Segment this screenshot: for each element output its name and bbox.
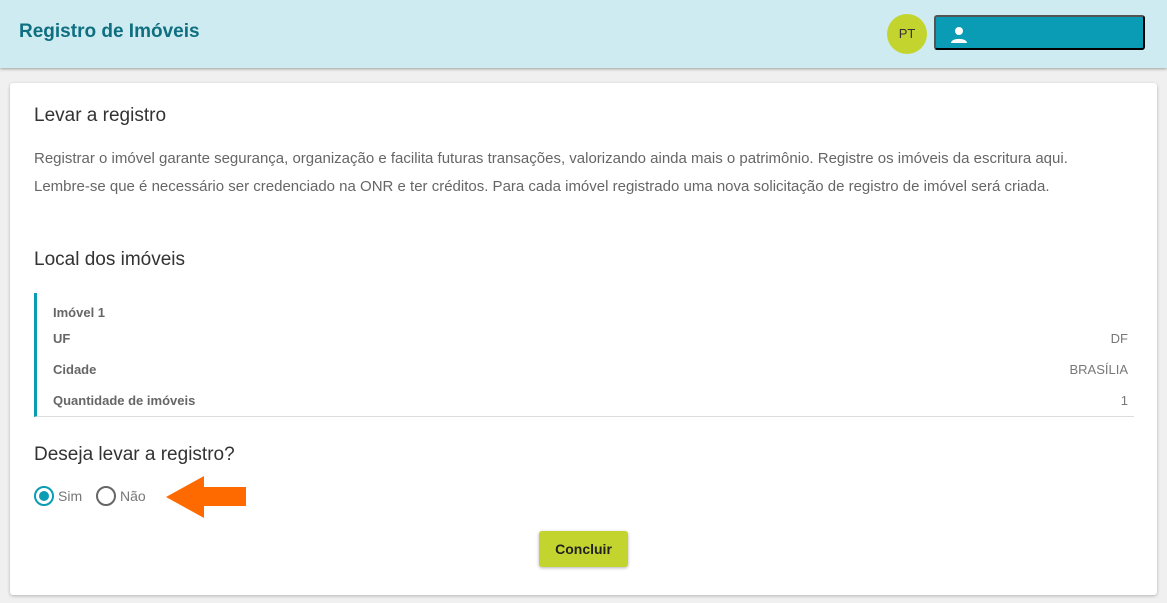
user-menu-button[interactable] xyxy=(934,15,1145,50)
info-row-label: UF xyxy=(53,331,71,346)
person-icon xyxy=(951,27,967,43)
radio-circle[interactable] xyxy=(96,486,116,506)
section-title-register: Levar a registro xyxy=(34,105,167,126)
info-row-cidade: Cidade BRASÍLIA xyxy=(53,362,1128,377)
avatar[interactable]: PT xyxy=(887,14,927,54)
top-bar: Registro de Imóveis PT xyxy=(0,0,1167,68)
property-info-panel: Imóvel 1 UF DF Cidade BRASÍLIA Quantidad… xyxy=(34,293,1134,417)
app-title: Registro de Imóveis xyxy=(19,21,200,42)
question-title: Deseja levar a registro? xyxy=(34,444,235,465)
info-row-quantidade: Quantidade de imóveis 1 xyxy=(53,393,1128,408)
section-title-location: Local dos imóveis xyxy=(34,249,186,270)
info-row-label: Cidade xyxy=(53,362,97,377)
info-row-value: DF xyxy=(1110,331,1128,346)
register-description: Registrar o imóvel garante segurança, or… xyxy=(34,150,1068,195)
info-row-value: 1 xyxy=(1120,393,1128,408)
info-row-value: BRASÍLIA xyxy=(1069,362,1128,377)
radio-circle-checked[interactable] xyxy=(34,486,54,506)
radio-label-nao: Não xyxy=(120,488,146,504)
radio-label-sim: Sim xyxy=(58,488,83,504)
register-card: Levar a registro Registrar o imóvel gara… xyxy=(10,83,1157,595)
conclude-button[interactable]: Concluir xyxy=(539,531,628,567)
info-row-label: Quantidade de imóveis xyxy=(53,393,196,408)
info-row-uf: UF DF xyxy=(53,331,1128,346)
property-label-row: Imóvel 1 xyxy=(53,305,1128,320)
arrow-left-icon xyxy=(166,476,246,518)
property-label: Imóvel 1 xyxy=(53,305,106,320)
